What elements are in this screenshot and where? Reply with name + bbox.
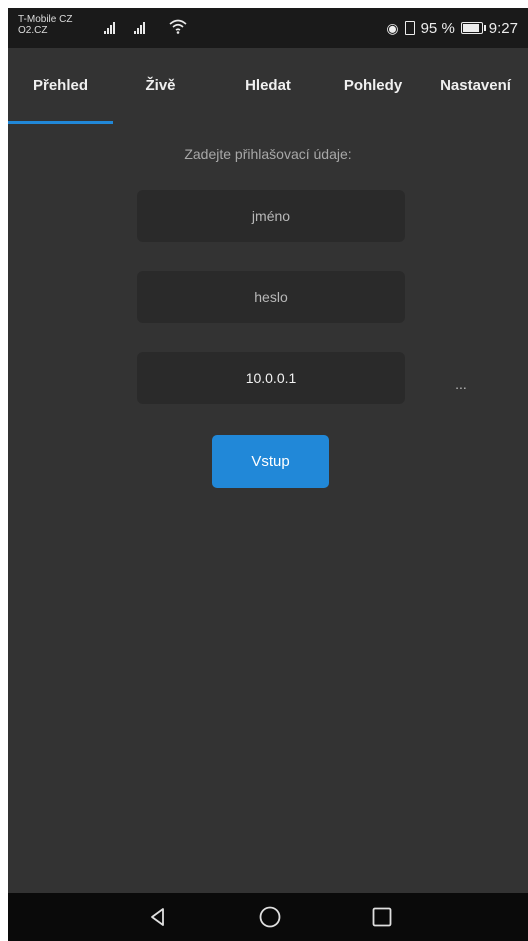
tab-hledat[interactable]: Hledat — [213, 48, 323, 124]
status-icons: ◉ 95 % 9:27 — [386, 18, 518, 38]
app-screen: T-Mobile CZ O2.CZ ◉ 95 % 9:27 Přehled Ži… — [8, 8, 528, 941]
vibrate-icon — [404, 21, 415, 35]
tab-zive[interactable]: Živě — [113, 48, 208, 124]
battery-percent: 95 % — [420, 19, 455, 37]
eye-comfort-icon: ◉ — [386, 19, 399, 36]
tab-bar: Přehled Živě Hledat Pohledy Nastavení — [8, 48, 528, 124]
login-button[interactable]: Vstup — [212, 435, 329, 488]
battery-fill — [462, 24, 479, 32]
tab-pohledy[interactable]: Pohledy — [323, 48, 423, 124]
login-prompt: Zadejte přihlašovací údaje: — [184, 146, 352, 162]
signal-icon — [104, 22, 115, 34]
carrier-2: O2.CZ — [18, 25, 48, 36]
clock: 9:27 — [488, 19, 518, 37]
wifi-icon — [169, 19, 187, 34]
battery-icon — [460, 22, 486, 34]
server-more-button[interactable]: ... — [446, 376, 476, 396]
recents-icon[interactable] — [370, 905, 394, 929]
back-icon[interactable] — [146, 905, 170, 929]
tab-prehled[interactable]: Přehled — [8, 48, 113, 124]
tab-nastaveni[interactable]: Nastavení — [423, 48, 528, 124]
navigation-bar — [8, 893, 528, 941]
active-tab-indicator — [8, 121, 113, 124]
status-bar: T-Mobile CZ O2.CZ ◉ 95 % 9:27 — [8, 8, 528, 48]
home-icon[interactable] — [258, 905, 282, 929]
carrier-1: T-Mobile CZ — [18, 14, 73, 25]
password-input[interactable] — [137, 271, 405, 323]
server-address-input[interactable] — [137, 352, 405, 404]
signal-icon — [134, 22, 145, 34]
carrier-names: T-Mobile CZ O2.CZ — [18, 14, 72, 36]
username-input[interactable] — [137, 190, 405, 242]
